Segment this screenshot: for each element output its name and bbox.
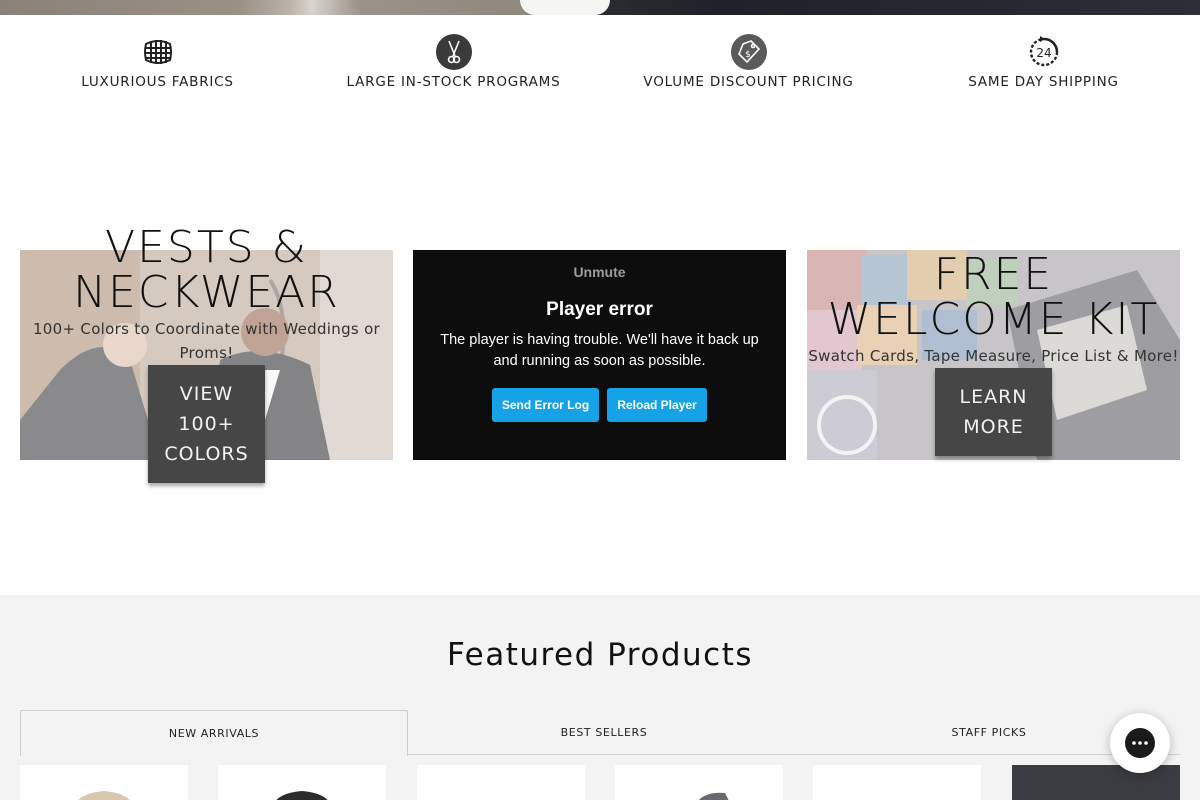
promo-subtitle: Swatch Cards, Tape Measure, Price List &…: [808, 347, 1179, 365]
video-player[interactable]: Unmute Player error The player is having…: [413, 250, 786, 460]
feature-same-day-shipping: 24 SAME DAY SHIPPING: [896, 34, 1191, 90]
tab-new-arrivals[interactable]: NEW ARRIVALS: [20, 710, 408, 756]
svg-text:$: $: [745, 50, 751, 60]
featured-products-section: Featured Products NEW ARRIVALS BEST SELL…: [0, 595, 1200, 800]
product-card[interactable]: [218, 765, 386, 800]
learn-more-button[interactable]: LEARN MORE: [935, 368, 1052, 456]
tab-best-sellers[interactable]: BEST SELLERS: [410, 710, 798, 755]
promo-welcome-kit[interactable]: FREE WELCOME KIT Swatch Cards, Tape Meas…: [807, 250, 1180, 460]
product-tabs: NEW ARRIVALS BEST SELLERS STAFF PICKS: [20, 710, 1180, 756]
featured-heading: Featured Products: [446, 637, 754, 673]
promo-title-line: WELCOME KIT: [827, 294, 1160, 345]
player-error-title: Player error: [546, 299, 653, 320]
feature-volume-discount: $ VOLUME DISCOUNT PRICING: [601, 34, 896, 90]
view-colors-button[interactable]: VIEW 100+ COLORS: [148, 365, 265, 483]
button-label-line: MORE: [963, 416, 1024, 438]
button-label-line: VIEW: [179, 383, 234, 405]
feature-label: LUXURIOUS FABRICS: [81, 74, 234, 90]
button-label-line: LEARN: [959, 386, 1028, 408]
unmute-button[interactable]: Unmute: [413, 264, 786, 280]
product-card[interactable]: [1012, 765, 1180, 800]
button-label-line: 100+: [178, 413, 235, 435]
product-card[interactable]: [813, 765, 981, 800]
feature-in-stock-programs: LARGE IN-STOCK PROGRAMS: [306, 34, 601, 90]
promo-title: VESTS & NECKWEAR: [20, 225, 393, 315]
reload-player-button[interactable]: Reload Player: [607, 388, 707, 422]
fabric-grid-icon: [143, 40, 172, 64]
product-card[interactable]: [417, 765, 585, 800]
svg-text:24: 24: [1036, 46, 1051, 60]
feature-bar: LUXURIOUS FABRICS LARGE IN-STOCK PROGRAM…: [0, 34, 1200, 94]
promo-title-line: VESTS &: [105, 222, 308, 273]
promo-title: FREE WELCOME KIT: [807, 252, 1180, 342]
player-error-message: The player is having trouble. We'll have…: [440, 332, 759, 369]
24-hour-icon: 24: [1029, 36, 1058, 67]
promo-vests-neckwear[interactable]: VESTS & NECKWEAR 100+ Colors to Coordina…: [20, 225, 393, 483]
feature-label: SAME DAY SHIPPING: [968, 74, 1119, 90]
promo-title-line: FREE: [933, 249, 1054, 300]
feature-label: LARGE IN-STOCK PROGRAMS: [346, 74, 561, 90]
price-tag-icon: $: [730, 34, 767, 70]
feature-luxurious-fabrics: LUXURIOUS FABRICS: [10, 34, 305, 90]
promo-subtitle: 100+ Colors to Coordinate with Weddings …: [20, 317, 393, 365]
promo-subtitle-line: 100+ Colors to Coordinate with Weddings …: [32, 320, 381, 338]
send-error-log-button[interactable]: Send Error Log: [492, 388, 599, 422]
scissors-icon: [435, 34, 472, 70]
product-card[interactable]: [20, 765, 188, 800]
button-label-line: COLORS: [164, 443, 249, 465]
promo-title-line: NECKWEAR: [73, 267, 340, 318]
product-card[interactable]: [615, 765, 783, 800]
promo-subtitle-line: Proms!: [179, 344, 234, 362]
chat-widget-button[interactable]: [1110, 713, 1170, 773]
chat-bubble-icon: [1125, 728, 1155, 758]
hero-banner-bottom: [0, 0, 1200, 15]
feature-label: VOLUME DISCOUNT PRICING: [643, 74, 854, 90]
